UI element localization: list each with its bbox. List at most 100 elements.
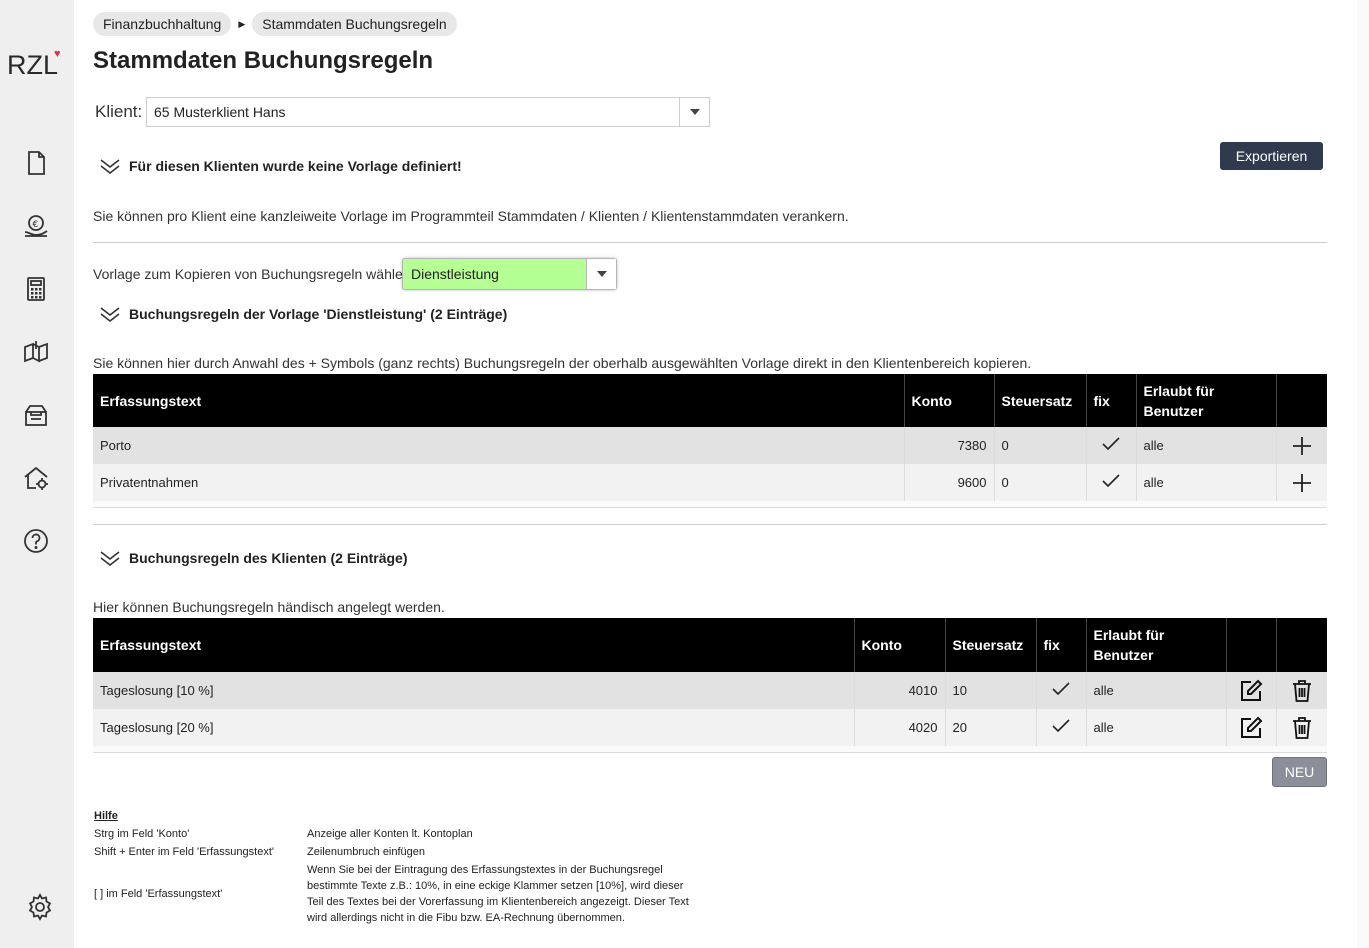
cell-erfassungstext[interactable]: Porto	[93, 427, 905, 464]
chevron-down-icon[interactable]	[679, 98, 709, 126]
cell-konto[interactable]: 4010	[854, 672, 946, 709]
vorlage-label: Vorlage zum Kopieren von Buchungsregeln …	[93, 266, 415, 282]
cell-fix	[1086, 427, 1137, 464]
checkmark-icon	[1102, 437, 1120, 451]
col-fix[interactable]: fix	[1036, 618, 1087, 672]
cell-steuersatz[interactable]: 0	[994, 427, 1087, 464]
trash-icon[interactable]	[1289, 715, 1315, 741]
new-button[interactable]: NEU	[1272, 757, 1327, 787]
archive-box-icon[interactable]	[22, 401, 50, 429]
divider	[93, 524, 1327, 525]
cell-erfassungstext[interactable]: Privatentnahmen	[93, 464, 905, 501]
help-title: Hilfe	[94, 810, 118, 822]
euro-hand-icon[interactable]: €	[22, 212, 50, 240]
breadcrumb-current[interactable]: Stammdaten Buchungsregeln	[252, 12, 457, 36]
cell-edit	[1226, 672, 1277, 709]
help-icon[interactable]	[22, 527, 50, 555]
document-icon[interactable]	[22, 149, 50, 177]
table-row[interactable]: Porto 7380 0 alle	[93, 427, 1327, 464]
gear-icon[interactable]	[26, 893, 54, 921]
plus-icon[interactable]	[1289, 433, 1315, 459]
table-header-row: Erfassungstext Konto Steuersatz fix Erla…	[93, 618, 1327, 672]
cell-erlaubt[interactable]: alle	[1136, 427, 1277, 464]
vorlage-select[interactable]: Dienstleistung	[402, 258, 617, 290]
cell-fix	[1036, 672, 1087, 709]
divider	[93, 242, 1327, 243]
rzl-logo: RZL ♥	[7, 48, 61, 81]
table-footer-cell	[93, 501, 1327, 508]
table-row[interactable]: Tageslosung [10 %] 4010 10 alle	[93, 672, 1327, 709]
table-footer	[93, 501, 1327, 508]
book-icon[interactable]	[22, 338, 50, 366]
page-title: Stammdaten Buchungsregeln	[93, 47, 434, 74]
cell-delete	[1276, 709, 1327, 746]
col-erlaubt-line1: Erlaubt für	[1093, 627, 1165, 643]
cell-fix	[1086, 464, 1137, 501]
table-header-row: Erfassungstext Konto Steuersatz fix Erla…	[93, 374, 1327, 427]
col-steuersatz[interactable]: Steuersatz	[945, 618, 1037, 672]
klient-select[interactable]: 65 Musterklient Hans	[146, 97, 710, 127]
cell-erlaubt[interactable]: alle	[1086, 709, 1227, 746]
col-erlaubt-line2: Benutzer	[1093, 647, 1154, 663]
scrollbar[interactable]	[1357, 0, 1369, 948]
help-desc: Zeilenumbruch einfügen	[307, 846, 426, 858]
col-erlaubt-line1: Erlaubt für	[1143, 382, 1215, 399]
table-row[interactable]: Tageslosung [20 %] 4020 20 alle	[93, 709, 1327, 746]
col-konto[interactable]: Konto	[904, 374, 995, 427]
export-button[interactable]: Exportieren	[1220, 142, 1323, 170]
breadcrumb-finanzbuchhaltung[interactable]: Finanzbuchhaltung	[93, 12, 232, 36]
col-erlaubt[interactable]: Erlaubt für Benutzer	[1086, 618, 1227, 672]
cell-konto[interactable]: 4020	[854, 709, 946, 746]
breadcrumb: Finanzbuchhaltung ▶ Stammdaten Buchungsr…	[93, 12, 457, 36]
checkmark-icon	[1052, 682, 1070, 696]
edit-icon[interactable]	[1238, 678, 1264, 704]
cell-steuersatz[interactable]: 10	[945, 672, 1037, 709]
help-desc: Anzeige aller Konten lt. Kontoplan	[307, 828, 473, 840]
klient-select-value: 65 Musterklient Hans	[154, 104, 286, 120]
cell-steuersatz[interactable]: 20	[945, 709, 1037, 746]
cell-konto[interactable]: 9600	[904, 464, 995, 501]
template-rules-heading: Buchungsregeln der Vorlage 'Dienstleistu…	[129, 306, 508, 322]
klient-label: Klient:	[95, 102, 143, 121]
client-rules-section-header[interactable]: Buchungsregeln des Klienten (2 Einträge)	[99, 549, 408, 567]
cell-add	[1276, 464, 1327, 501]
cell-delete	[1276, 672, 1327, 709]
table-footer	[93, 746, 1327, 753]
cell-erlaubt[interactable]: alle	[1136, 464, 1277, 501]
double-chevron-down-icon[interactable]	[99, 549, 121, 567]
chevron-down-icon[interactable]	[586, 259, 616, 289]
plus-icon[interactable]	[1289, 470, 1315, 496]
no-template-section-header[interactable]: Für diesen Klienten wurde keine Vorlage …	[99, 157, 462, 175]
client-rules-text: Hier können Buchungsregeln händisch ange…	[93, 599, 445, 615]
help-key: [ ] im Feld 'Erfassungstext'	[94, 888, 223, 900]
cell-erlaubt[interactable]: alle	[1086, 672, 1227, 709]
trash-icon[interactable]	[1289, 678, 1315, 704]
calculator-icon[interactable]	[22, 275, 50, 303]
col-konto[interactable]: Konto	[854, 618, 946, 672]
client-rules-heading: Buchungsregeln des Klienten (2 Einträge)	[129, 550, 408, 566]
edit-icon[interactable]	[1238, 715, 1264, 741]
table-row[interactable]: Privatentnahmen 9600 0 alle	[93, 464, 1327, 501]
home-settings-icon[interactable]	[22, 464, 50, 492]
double-chevron-down-icon[interactable]	[99, 305, 121, 323]
cell-steuersatz[interactable]: 0	[994, 464, 1087, 501]
col-steuersatz[interactable]: Steuersatz	[994, 374, 1087, 427]
no-template-heading: Für diesen Klienten wurde keine Vorlage …	[129, 158, 462, 174]
cell-konto[interactable]: 7380	[904, 427, 995, 464]
template-rules-section-header[interactable]: Buchungsregeln der Vorlage 'Dienstleistu…	[99, 305, 507, 323]
cell-erfassungstext[interactable]: Tageslosung [20 %]	[93, 709, 855, 746]
checkmark-icon	[1052, 719, 1070, 733]
svg-text:€: €	[33, 220, 39, 230]
cell-add	[1276, 427, 1327, 464]
cell-fix	[1036, 709, 1087, 746]
col-erlaubt[interactable]: Erlaubt für Benutzer	[1136, 374, 1277, 427]
logo-text: RZL	[7, 50, 59, 80]
help-section: Hilfe	[94, 810, 118, 822]
col-erfassungstext[interactable]: Erfassungstext	[93, 374, 905, 427]
col-erfassungstext[interactable]: Erfassungstext	[93, 618, 855, 672]
col-delete	[1276, 618, 1327, 672]
cell-erfassungstext[interactable]: Tageslosung [10 %]	[93, 672, 855, 709]
double-chevron-down-icon[interactable]	[99, 157, 121, 175]
col-fix[interactable]: fix	[1086, 374, 1137, 427]
heart-icon: ♥	[54, 48, 61, 60]
